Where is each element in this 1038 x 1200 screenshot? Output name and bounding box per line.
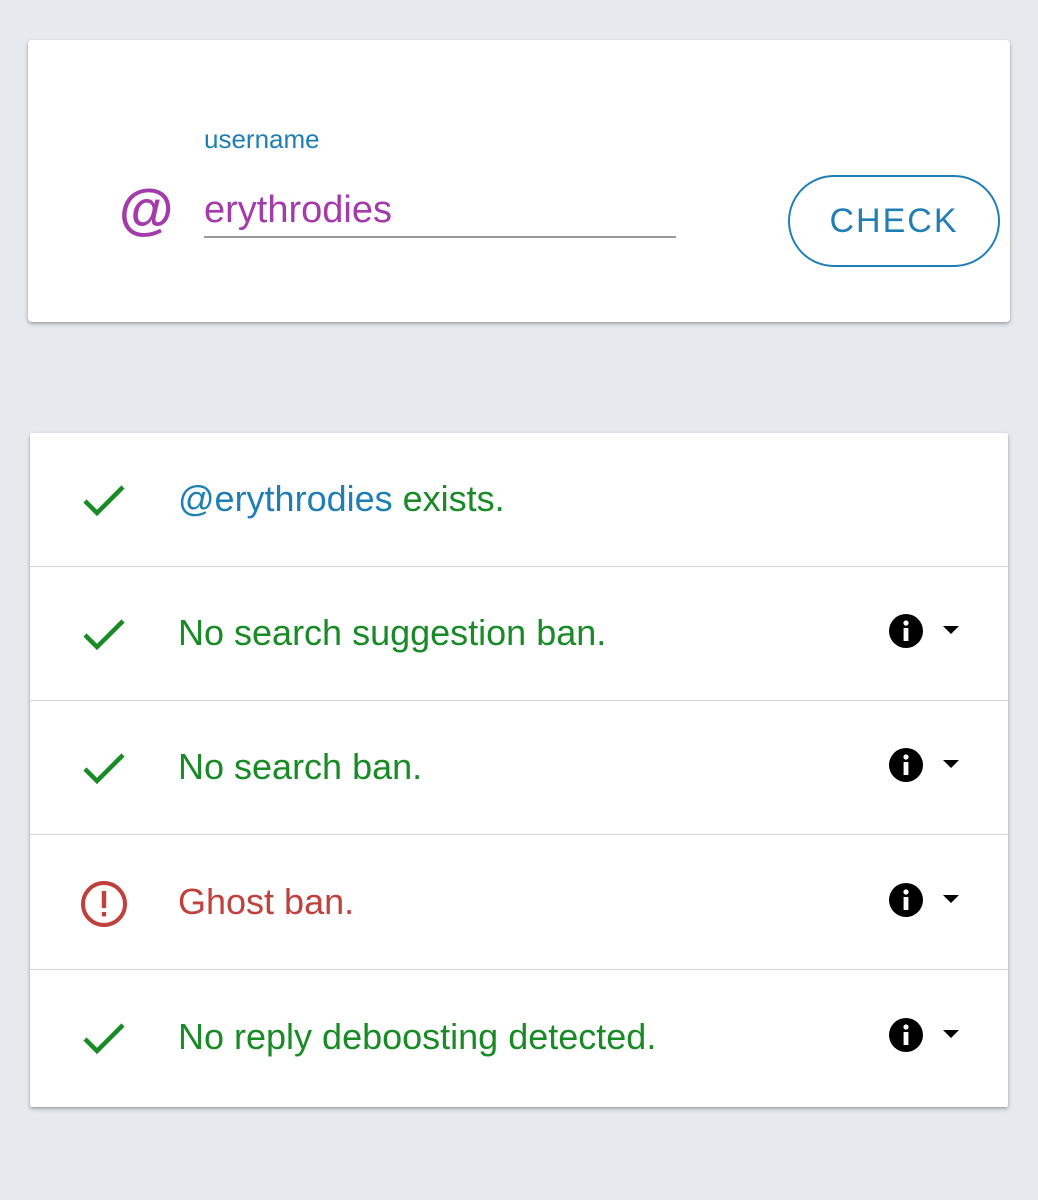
at-sign-icon: @ bbox=[118, 178, 173, 241]
result-text: @erythrodies exists. bbox=[178, 479, 505, 519]
result-row-search-suggestion-ban: No search suggestion ban. bbox=[30, 567, 1008, 701]
info-dropdown-toggle[interactable] bbox=[886, 880, 966, 920]
results-card: @erythrodies exists. No search suggestio… bbox=[30, 433, 1008, 1107]
username-search-card: @ username CHECK bbox=[28, 40, 1010, 322]
caret-down-icon bbox=[943, 626, 959, 634]
check-icon bbox=[83, 485, 125, 517]
result-row-ghost-ban: Ghost ban. bbox=[30, 836, 1008, 970]
check-button[interactable]: CHECK bbox=[788, 175, 1000, 267]
result-text: No search suggestion ban. bbox=[178, 612, 607, 653]
username-link[interactable]: @erythrodies bbox=[178, 478, 393, 519]
username-input[interactable] bbox=[204, 184, 676, 238]
check-icon bbox=[83, 1023, 125, 1055]
info-dropdown-toggle[interactable] bbox=[886, 611, 966, 651]
result-row-exists: @erythrodies exists. bbox=[30, 433, 1008, 567]
result-text: Ghost ban. bbox=[178, 881, 355, 922]
info-dropdown-toggle[interactable] bbox=[886, 1015, 966, 1055]
caret-down-icon bbox=[943, 760, 959, 768]
result-row-reply-deboosting: No reply deboosting detected. bbox=[30, 971, 1008, 1105]
result-text: No search ban. bbox=[178, 746, 423, 787]
result-row-search-ban: No search ban. bbox=[30, 701, 1008, 835]
check-icon bbox=[83, 619, 125, 651]
info-icon bbox=[889, 614, 923, 648]
info-icon bbox=[889, 1018, 923, 1052]
info-icon bbox=[889, 883, 923, 917]
result-text: No reply deboosting detected. bbox=[178, 1016, 657, 1057]
username-field-label: username bbox=[204, 124, 320, 154]
caret-down-icon bbox=[943, 1030, 959, 1038]
info-icon bbox=[889, 748, 923, 782]
caret-down-icon bbox=[943, 895, 959, 903]
info-dropdown-toggle[interactable] bbox=[886, 745, 966, 785]
alert-circle-icon bbox=[81, 881, 127, 927]
result-text-suffix: exists. bbox=[392, 478, 505, 519]
check-icon bbox=[83, 753, 125, 785]
